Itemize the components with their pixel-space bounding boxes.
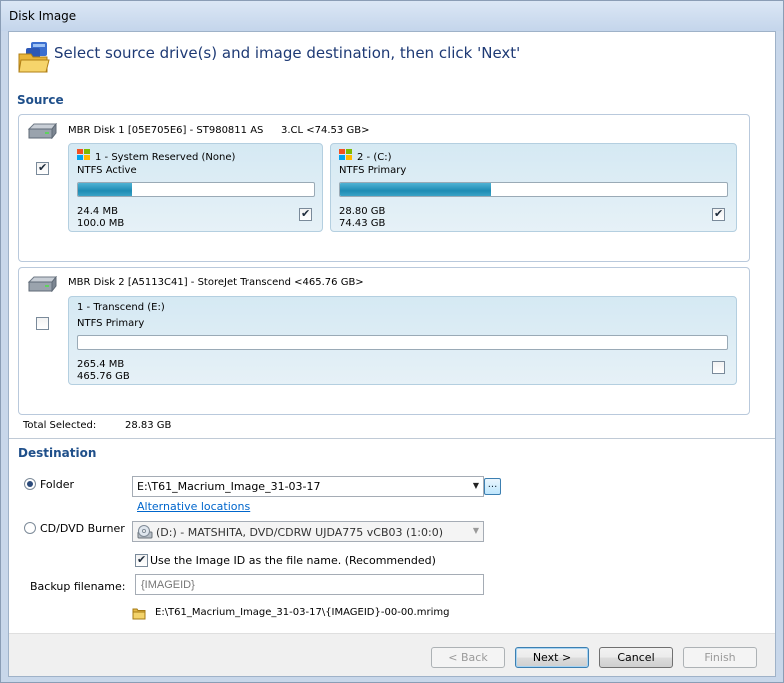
use-image-id-checkbox[interactable] <box>135 553 148 567</box>
cd-dvd-burner-radio[interactable] <box>24 522 36 534</box>
next-button[interactable]: Next > <box>515 647 589 668</box>
partition-2-title: 2 - (C:) <box>357 152 392 163</box>
alternative-locations-link[interactable]: Alternative locations <box>137 500 250 513</box>
source-section-label: Source <box>17 93 64 107</box>
burner-select-value: (D:) - MATSHITA, DVD/CDRW UJDA775 vCB03 … <box>156 526 443 539</box>
partition-3-used: 265.4 MB <box>77 359 125 370</box>
partition-1-title: 1 - System Reserved (None) <box>95 152 236 163</box>
result-file-path: E:\T61_Macrium_Image_31-03-17\{IMAGEID}-… <box>155 607 450 618</box>
window-title: Disk Image <box>9 9 77 23</box>
disk-1-checkbox[interactable] <box>36 161 49 175</box>
disk-2-panel: MBR Disk 2 [A5113C41] - StoreJet Transce… <box>18 267 750 415</box>
partition-2-filesystem: NTFS Primary <box>339 165 407 176</box>
total-selected-label: Total Selected: <box>23 420 97 431</box>
cancel-button[interactable]: Cancel <box>599 647 673 668</box>
dialog-client: Select source drive(s) and image destina… <box>8 31 776 677</box>
back-button[interactable]: < Back <box>431 647 505 668</box>
partition-1-used: 24.4 MB <box>77 206 118 217</box>
partition-3-filesystem: NTFS Primary <box>77 318 145 329</box>
partition-3-usage-bar <box>77 335 728 350</box>
disk-2-partition-1[interactable]: 1 - Transcend (E:) NTFS Primary 265.4 MB… <box>68 296 737 385</box>
partition-3-total: 465.76 GB <box>77 371 130 382</box>
partition-3-checkbox[interactable] <box>712 361 725 374</box>
dvd-drive-icon <box>137 525 153 539</box>
button-bar: < Back Next > Cancel Finish <box>9 633 775 676</box>
disk-1-partition-2[interactable]: 2 - (C:) NTFS Primary 28.80 GB 74.43 GB <box>330 143 737 232</box>
windows-logo-icon <box>77 149 91 162</box>
section-divider <box>9 438 775 439</box>
finish-button[interactable]: Finish <box>683 647 757 668</box>
partition-1-usage-bar <box>77 182 315 197</box>
windows-logo-icon <box>339 149 353 162</box>
partition-2-checkbox[interactable] <box>712 207 725 221</box>
hard-disk-icon <box>27 123 57 139</box>
partition-1-total: 100.0 MB <box>77 218 125 229</box>
use-image-id-label[interactable]: Use the Image ID as the file name. (Reco… <box>150 554 436 567</box>
disk-image-wizard-icon <box>18 42 50 73</box>
disk-1-partition-1[interactable]: 1 - System Reserved (None) NTFS Active 2… <box>68 143 323 232</box>
folder-radio-label[interactable]: Folder <box>40 478 74 491</box>
disk-image-window: Disk Image Select source drive(s) and im… <box>0 0 784 683</box>
destination-section-label: Destination <box>18 446 97 460</box>
total-selected-value: 28.83 GB <box>125 420 172 431</box>
browse-folder-button[interactable]: ... <box>484 478 501 495</box>
instruction-text: Select source drive(s) and image destina… <box>54 44 521 62</box>
disk-1-name: MBR Disk 1 [05E705E6] - ST980811 AS <box>68 125 264 136</box>
partition-title: 1 - System Reserved (None) <box>77 149 235 163</box>
folder-radio[interactable] <box>24 478 36 490</box>
chevron-down-icon[interactable]: ▼ <box>473 481 479 490</box>
partition-title: 2 - (C:) <box>339 149 391 163</box>
partition-1-usage-fill <box>78 183 133 196</box>
backup-filename-input[interactable] <box>135 574 484 595</box>
partition-1-checkbox[interactable] <box>299 207 312 221</box>
folder-icon <box>132 608 146 620</box>
title-bar[interactable]: Disk Image <box>1 1 783 31</box>
disk-1-panel: MBR Disk 1 [05E705E6] - ST980811 AS 3.CL… <box>18 114 750 262</box>
partition-2-usage-bar <box>339 182 728 197</box>
partition-2-used: 28.80 GB <box>339 206 386 217</box>
burner-select-text: (D:) - MATSHITA, DVD/CDRW UJDA775 vCB03 … <box>137 525 443 539</box>
hard-disk-icon <box>27 276 57 292</box>
backup-filename-label: Backup filename: <box>30 580 126 593</box>
partition-2-total: 74.43 GB <box>339 218 386 229</box>
partition-2-usage-fill <box>340 183 491 196</box>
disk-2-name: MBR Disk 2 [A5113C41] - StoreJet Transce… <box>68 277 364 288</box>
disk-1-size: 3.CL <74.53 GB> <box>281 125 370 136</box>
partition-1-filesystem: NTFS Active <box>77 165 137 176</box>
partition-3-title: 1 - Transcend (E:) <box>77 302 165 313</box>
cd-dvd-burner-label[interactable]: CD/DVD Burner <box>40 522 125 535</box>
chevron-down-icon: ▼ <box>472 526 479 535</box>
disk-2-checkbox[interactable] <box>36 317 49 330</box>
burner-select[interactable]: (D:) - MATSHITA, DVD/CDRW UJDA775 vCB03 … <box>132 521 484 542</box>
folder-path-combo[interactable]: E:\T61_Macrium_Image_31-03-17 ▼ <box>132 476 484 497</box>
folder-path-value: E:\T61_Macrium_Image_31-03-17 <box>137 480 321 493</box>
